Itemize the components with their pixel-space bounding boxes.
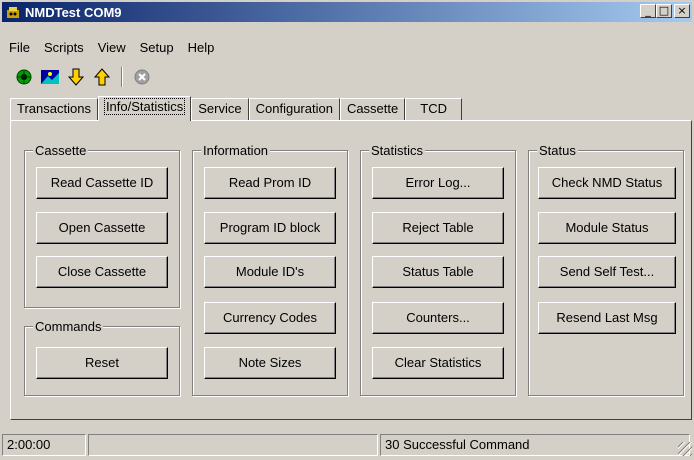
menu-help[interactable]: Help (181, 38, 222, 58)
tab-strip: Transactions Info/Statistics Service Con… (10, 96, 462, 121)
menu-bar: File Scripts View Setup Help (2, 38, 221, 58)
counters-button[interactable]: Counters... (372, 302, 504, 334)
statistics-group-title: Statistics (369, 143, 426, 158)
main-window: NMDTest COM9 _ □ × File Scripts View Set… (0, 0, 694, 460)
note-sizes-button[interactable]: Note Sizes (204, 347, 336, 379)
clear-statistics-button[interactable]: Clear Statistics (372, 347, 504, 379)
status-message: 30 Successful Command (380, 434, 690, 456)
reset-button[interactable]: Reset (36, 347, 168, 379)
menu-scripts[interactable]: Scripts (37, 38, 91, 58)
information-group-title: Information (201, 143, 271, 158)
toolbar-separator (121, 67, 123, 87)
commands-group-title: Commands (33, 319, 104, 334)
open-cassette-button[interactable]: Open Cassette (36, 212, 168, 244)
tab-service[interactable]: Service (191, 98, 249, 120)
status-display-icon[interactable] (40, 67, 60, 87)
app-icon (7, 7, 19, 18)
tab-label: Service (198, 101, 242, 116)
tab-label: Configuration (255, 101, 333, 116)
upload-icon[interactable] (92, 67, 112, 87)
tab-label: TCD (420, 101, 447, 116)
minimize-button[interactable]: _ (640, 4, 656, 18)
resize-grip[interactable] (678, 442, 692, 456)
reject-table-button[interactable]: Reject Table (372, 212, 504, 244)
close-cassette-button[interactable]: Close Cassette (36, 256, 168, 288)
tab-cassette[interactable]: Cassette (339, 98, 406, 120)
status-time: 2:00:00 (2, 434, 86, 456)
status-table-button[interactable]: Status Table (372, 256, 504, 288)
tab-transactions[interactable]: Transactions (10, 98, 98, 120)
module-ids-button[interactable]: Module ID's (204, 256, 336, 288)
window-title: NMDTest COM9 (25, 4, 122, 20)
connect-icon[interactable] (14, 67, 34, 87)
currency-codes-button[interactable]: Currency Codes (204, 302, 336, 334)
check-nmd-status-button[interactable]: Check NMD Status (538, 167, 676, 199)
tab-configuration[interactable]: Configuration (248, 98, 340, 120)
tab-info-statistics[interactable]: Info/Statistics (97, 96, 192, 121)
menu-file[interactable]: File (2, 38, 37, 58)
error-log-button[interactable]: Error Log... (372, 167, 504, 199)
download-icon[interactable] (66, 67, 86, 87)
stop-icon[interactable] (132, 67, 152, 87)
send-self-test-button[interactable]: Send Self Test... (538, 256, 676, 288)
read-prom-id-button[interactable]: Read Prom ID (204, 167, 336, 199)
close-button[interactable]: × (674, 4, 690, 18)
tab-label: Cassette (346, 101, 399, 116)
status-group-title: Status (537, 143, 578, 158)
resend-last-msg-button[interactable]: Resend Last Msg (538, 302, 676, 334)
tab-label: Info/Statistics (103, 98, 186, 115)
program-id-block-button[interactable]: Program ID block (204, 212, 336, 244)
title-bar[interactable]: NMDTest COM9 _ □ × (2, 2, 692, 22)
menu-view[interactable]: View (91, 38, 133, 58)
menu-setup[interactable]: Setup (133, 38, 181, 58)
maximize-button[interactable]: □ (656, 4, 672, 18)
cassette-group-title: Cassette (33, 143, 89, 158)
module-status-button[interactable]: Module Status (538, 212, 676, 244)
read-cassette-id-button[interactable]: Read Cassette ID (36, 167, 168, 199)
status-middle (88, 434, 378, 456)
status-bar: 2:00:00 30 Successful Command (2, 434, 692, 456)
tab-tcd[interactable]: TCD (405, 98, 462, 120)
toolbar (14, 66, 152, 88)
tab-label: Transactions (17, 101, 91, 116)
